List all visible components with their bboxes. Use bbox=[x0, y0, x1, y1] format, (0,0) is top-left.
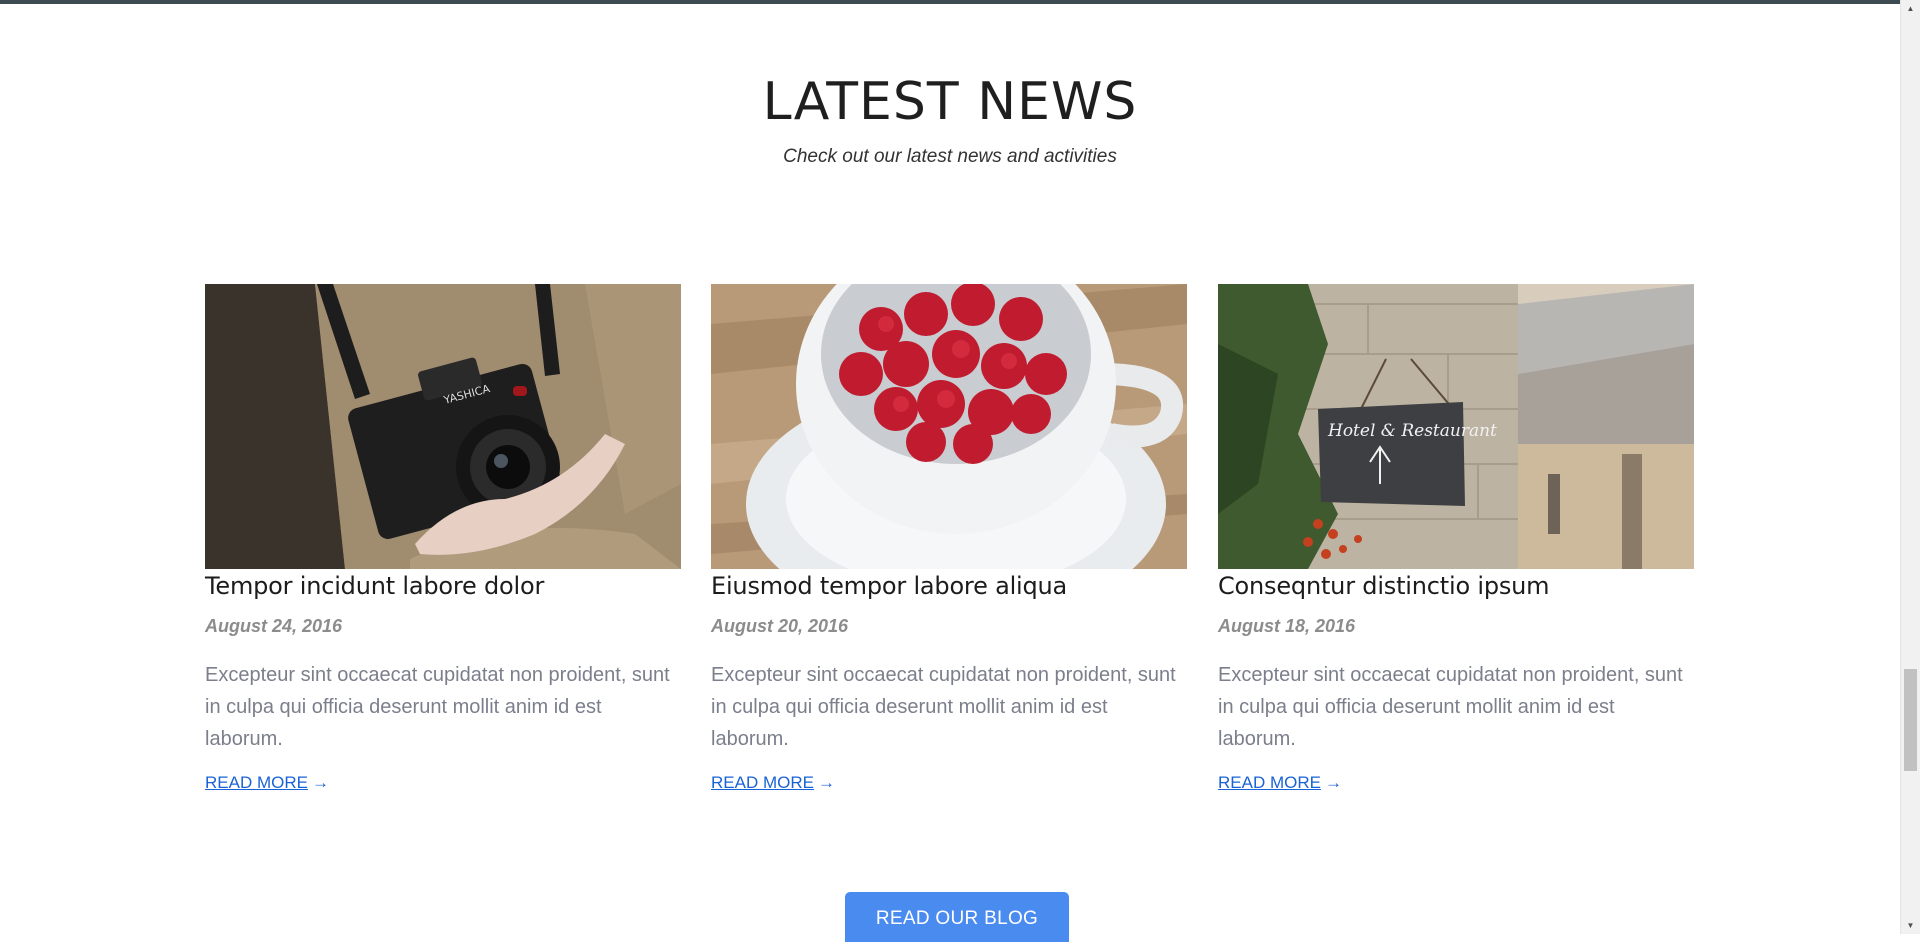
post-excerpt: Excepteur sint occaecat cupidatat non pr… bbox=[1218, 664, 1683, 750]
top-border bbox=[0, 0, 1900, 4]
read-more-label: READ MORE bbox=[1218, 773, 1321, 792]
hotel-sign-photo-illustration: Hotel & Restaurant bbox=[1218, 284, 1694, 569]
read-more-link[interactable]: READ MORE → bbox=[1218, 773, 1342, 793]
camera-photo-illustration: YASHICA bbox=[205, 284, 681, 569]
scroll-down-arrow-icon[interactable]: ▼ bbox=[1901, 917, 1920, 934]
news-card: YASHICA Tempor incidunt labore dolor Aug… bbox=[205, 284, 681, 793]
news-card: Hotel & Restaurant Conseqntur distinctio… bbox=[1218, 284, 1694, 793]
post-image-raspberries[interactable] bbox=[711, 284, 1187, 569]
post-excerpt: Excepteur sint occaecat cupidatat non pr… bbox=[205, 664, 670, 750]
sign-text: Hotel & Restaurant bbox=[1327, 421, 1497, 441]
post-image-hotel-sign[interactable]: Hotel & Restaurant bbox=[1218, 284, 1694, 569]
section-title: LATEST NEWS bbox=[762, 72, 1138, 132]
scrollbar-thumb[interactable] bbox=[1904, 669, 1917, 771]
post-image-camera[interactable]: YASHICA bbox=[205, 284, 681, 569]
post-excerpt: Excepteur sint occaecat cupidatat non pr… bbox=[711, 664, 1176, 750]
post-title[interactable]: Eiusmod tempor labore aliqua bbox=[711, 572, 1187, 600]
post-date: August 24, 2016 bbox=[205, 616, 343, 636]
scroll-up-arrow-icon[interactable]: ▲ bbox=[1901, 0, 1920, 17]
vertical-scrollbar[interactable]: ▲ ▼ bbox=[1900, 0, 1920, 934]
section-subtitle: Check out our latest news and activities bbox=[783, 146, 1117, 167]
raspberries-photo-illustration bbox=[711, 284, 1187, 569]
post-date: August 20, 2016 bbox=[711, 616, 849, 636]
post-date: August 18, 2016 bbox=[1218, 616, 1356, 636]
read-more-label: READ MORE bbox=[711, 773, 814, 792]
read-more-link[interactable]: READ MORE → bbox=[205, 773, 329, 793]
news-card: Eiusmod tempor labore aliqua August 20, … bbox=[711, 284, 1187, 793]
post-title[interactable]: Tempor incidunt labore dolor bbox=[205, 572, 681, 600]
arrow-right-icon: → bbox=[311, 773, 329, 792]
read-more-link[interactable]: READ MORE → bbox=[711, 773, 835, 793]
post-title[interactable]: Conseqntur distinctio ipsum bbox=[1218, 572, 1694, 600]
read-our-blog-button[interactable]: READ OUR BLOG bbox=[845, 892, 1069, 942]
arrow-right-icon: → bbox=[1324, 773, 1342, 792]
read-more-label: READ MORE bbox=[205, 773, 308, 792]
arrow-right-icon: → bbox=[817, 773, 835, 792]
